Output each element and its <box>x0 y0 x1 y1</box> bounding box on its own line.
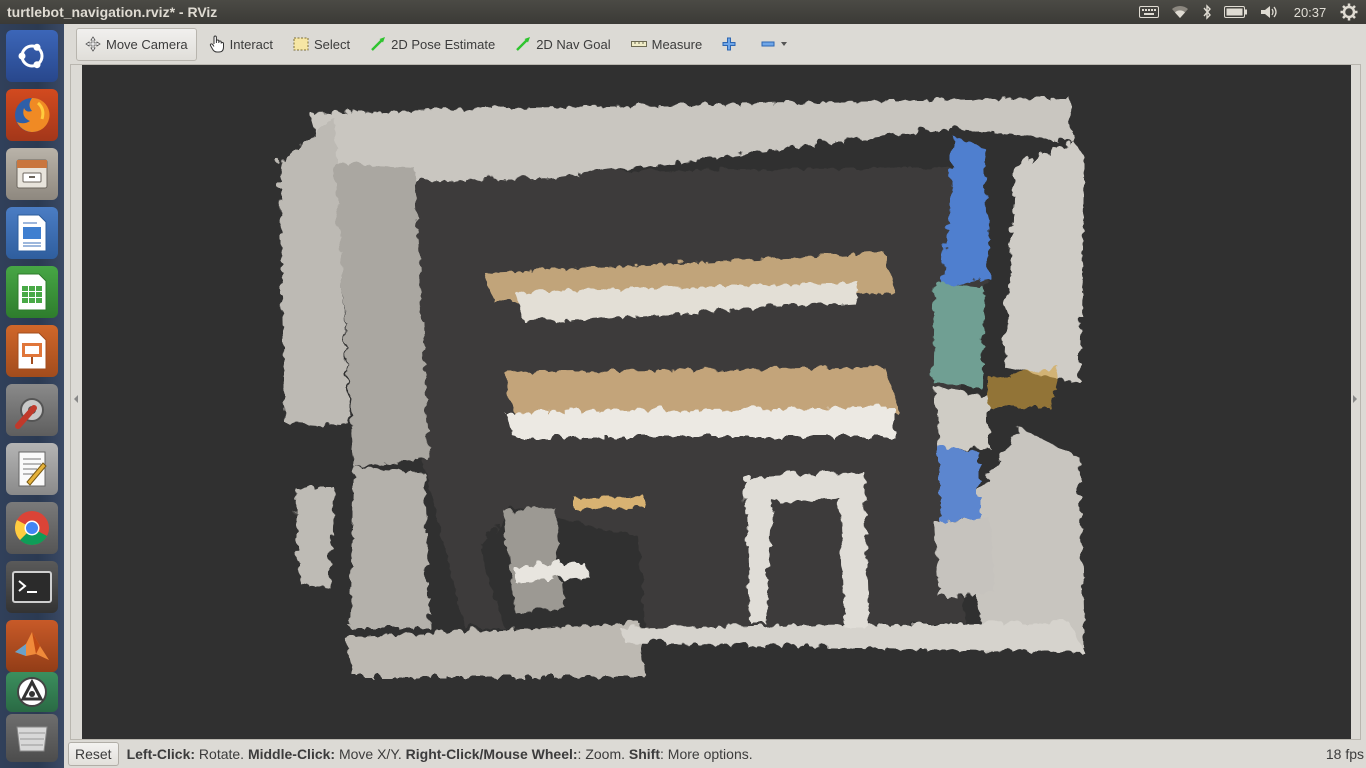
measure-label: Measure <box>651 36 703 52</box>
render-panel <box>70 64 1361 740</box>
rviz-window: Move Camera Interact Select 2D Pose Esti… <box>64 24 1366 768</box>
ubuntu-logo-icon <box>18 43 44 69</box>
point-cloud-map <box>82 65 1351 739</box>
interact-tool[interactable]: Interact <box>201 29 281 59</box>
keyboard-icon[interactable] <box>1137 0 1161 24</box>
launcher-libreoffice-calc[interactable] <box>6 266 58 318</box>
3d-viewport[interactable] <box>82 65 1351 739</box>
left-panel-collapse-arrow[interactable] <box>74 395 78 403</box>
toolbar: Move Camera Interact Select 2D Pose Esti… <box>64 24 1366 64</box>
status-bar: Reset Left-Click: Rotate. Middle-Click: … <box>64 740 1366 768</box>
clock[interactable]: 20:37 <box>1290 0 1330 24</box>
settings-gear-icon[interactable] <box>1337 0 1361 24</box>
plus-icon <box>722 37 736 51</box>
middle-click-desc: Move X/Y. <box>335 746 406 762</box>
shift-key: Shift <box>628 746 661 762</box>
launcher-system-settings[interactable] <box>6 384 58 436</box>
window-title: turtlebot_navigation.rviz* - RViz <box>7 4 218 20</box>
launcher-trash[interactable] <box>6 714 58 762</box>
writer-document-icon <box>17 214 47 252</box>
settings-wrench-icon <box>15 398 44 429</box>
move-camera-label: Move Camera <box>106 36 188 52</box>
firefox-icon <box>15 97 50 132</box>
launcher-ubuntu-dash[interactable] <box>6 30 58 82</box>
file-cabinet-icon <box>16 159 48 189</box>
wifi-icon[interactable] <box>1168 0 1192 24</box>
launcher-chrome[interactable] <box>6 502 58 554</box>
pose-estimate-tool[interactable]: 2D Pose Estimate <box>362 29 503 59</box>
battery-icon[interactable] <box>1222 0 1250 24</box>
pose-estimate-label: 2D Pose Estimate <box>391 36 496 52</box>
chrome-icon <box>15 511 49 545</box>
launcher-text-editor[interactable] <box>6 443 58 495</box>
minus-icon <box>761 41 775 47</box>
move-camera-tool[interactable]: Move Camera <box>76 27 197 61</box>
nav-goal-tool[interactable]: 2D Nav Goal <box>507 29 618 59</box>
launcher-software-updater[interactable] <box>6 672 58 712</box>
add-tool-button[interactable] <box>714 29 749 59</box>
volume-icon[interactable] <box>1258 0 1282 24</box>
hand-pointer-icon <box>209 35 225 53</box>
terminal-icon <box>12 571 52 603</box>
calc-spreadsheet-icon <box>17 273 47 311</box>
launcher <box>0 24 64 768</box>
bluetooth-icon[interactable] <box>1199 0 1215 24</box>
launcher-libreoffice-writer[interactable] <box>6 207 58 259</box>
middle-click-key: Middle-Click: <box>247 746 336 762</box>
select-tool[interactable]: Select <box>285 29 358 59</box>
left-click-key: Left-Click: <box>126 746 196 762</box>
launcher-files[interactable] <box>6 148 58 200</box>
impress-presentation-icon <box>17 332 47 370</box>
right-panel-collapse-arrow[interactable] <box>1353 395 1357 403</box>
matlab-icon <box>15 632 49 660</box>
select-box-icon <box>293 37 309 51</box>
select-label: Select <box>314 36 351 52</box>
left-click-desc: Rotate. <box>195 746 248 762</box>
reset-button[interactable]: Reset <box>68 742 119 766</box>
remove-tool-button[interactable] <box>753 29 796 59</box>
shift-desc: : More options. <box>660 746 753 762</box>
ruler-icon <box>630 40 647 48</box>
top-panel: turtlebot_navigation.rviz* - RViz 20:37 <box>0 0 1366 24</box>
nav-goal-label: 2D Nav Goal <box>536 36 611 52</box>
right-click-key: Right-Click/Mouse Wheel: <box>405 746 578 762</box>
trash-icon <box>16 726 48 752</box>
launcher-firefox[interactable] <box>6 89 58 141</box>
camera-help-text: Left-Click: Rotate. Middle-Click: Move X… <box>127 746 753 762</box>
updater-icon <box>17 677 47 707</box>
launcher-libreoffice-impress[interactable] <box>6 325 58 377</box>
nav-goal-arrow-icon <box>515 36 531 52</box>
launcher-matlab[interactable] <box>6 620 58 672</box>
fps-counter: 18 fps <box>1325 746 1364 762</box>
launcher-terminal[interactable] <box>6 561 58 613</box>
pose-estimate-arrow-icon <box>370 36 386 52</box>
right-click-desc: : Zoom. <box>577 746 629 762</box>
measure-tool[interactable]: Measure <box>623 29 711 59</box>
move-camera-icon <box>85 36 101 52</box>
chevron-down-icon <box>780 41 788 47</box>
text-editor-icon <box>18 451 47 487</box>
interact-label: Interact <box>229 36 273 52</box>
